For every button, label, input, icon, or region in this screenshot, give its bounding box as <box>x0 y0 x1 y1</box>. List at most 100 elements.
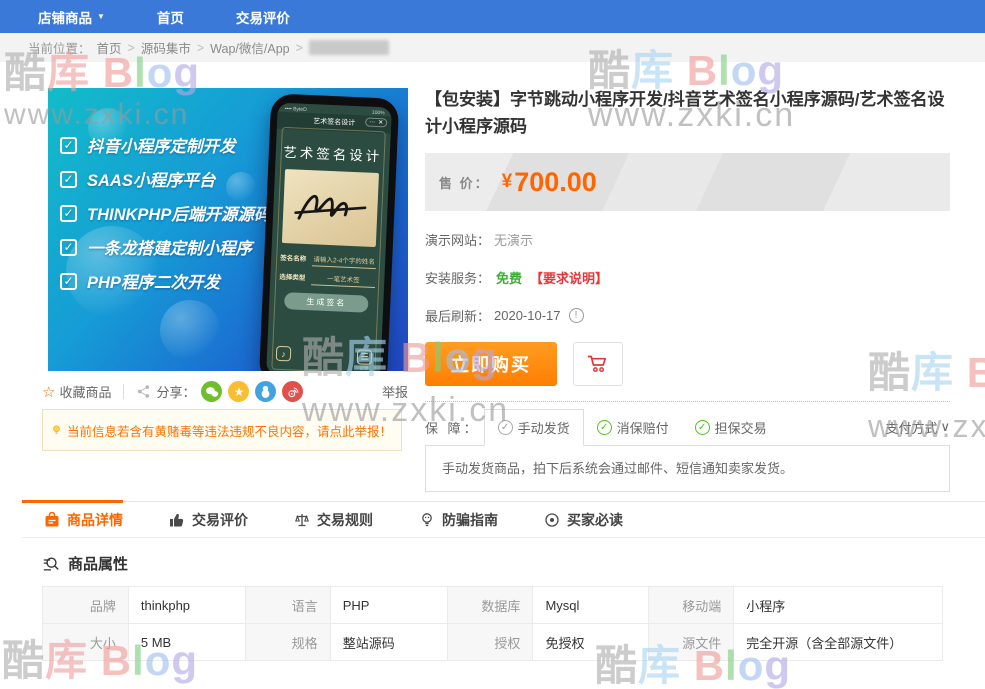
share-weibo-button[interactable] <box>282 381 303 402</box>
signature-form: 签名名称 请输入2-4个字的姓名 选择类型 一笔艺术签 <box>279 252 376 288</box>
form-row: 选择类型 一笔艺术签 <box>279 271 375 288</box>
breadcrumb-category[interactable]: Wap/微信/App <box>210 38 289 57</box>
nav-item-trade-reviews[interactable]: 交易评价 <box>236 7 290 27</box>
tab-label: 防骗指南 <box>442 510 498 530</box>
guarantee-tab-consumer-protection[interactable]: ✓ 消保赔付 <box>584 409 682 445</box>
tab-trade-reviews[interactable]: 交易评价 <box>147 500 248 537</box>
breadcrumb-label: 当前位置： <box>28 38 91 57</box>
favorite-button[interactable]: 收藏商品 <box>59 382 111 401</box>
attr-label-size: 大小 <box>43 624 129 661</box>
tab-anti-fraud-guide[interactable]: 防骗指南 <box>397 500 498 537</box>
breadcrumb-separator: > <box>128 41 135 55</box>
attr-value-database: Mysql <box>533 587 649 624</box>
share-icon <box>136 384 151 399</box>
share-qzone-button[interactable]: ★ <box>228 381 249 402</box>
guarantee-tab-label: 消保赔付 <box>617 418 669 437</box>
feature-text: 一条龙搭建定制小程序 <box>87 235 252 259</box>
breadcrumb-separator: > <box>197 41 204 55</box>
feature-checklist: ✓ 抖音小程序定制开发 ✓ SAAS小程序平台 ✓ THINKPHP后端开源源码… <box>60 132 270 302</box>
record-list-icon: ☰ <box>357 349 373 365</box>
field-value: 请输入2-4个字的姓名 <box>312 253 377 269</box>
music-note-icon: ♪ <box>276 346 292 362</box>
qzone-star-icon: ★ <box>234 385 245 399</box>
nav-item-label: 交易评价 <box>236 7 290 27</box>
breadcrumb: 当前位置： 首页 > 源码集市 > Wap/微信/App > <box>0 33 985 62</box>
payment-methods-toggle[interactable]: 支付方式 ∨ <box>885 409 950 445</box>
attr-label-database: 数据库 <box>447 587 533 624</box>
nav-item-label: 店铺商品 <box>38 7 92 27</box>
bag-icon <box>44 512 60 528</box>
share-label: 分享： <box>156 382 195 401</box>
nav-item-home[interactable]: 首页 <box>157 7 184 27</box>
dotted-separator <box>425 401 950 402</box>
check-circle-icon: ✓ <box>597 420 612 435</box>
tab-buyer-must-read[interactable]: 买家必读 <box>522 500 623 537</box>
favorite-share-row: ☆ 收藏商品 分享： ★ 举报 <box>42 380 408 403</box>
bubble-decoration <box>160 300 220 360</box>
scales-icon <box>294 512 310 528</box>
star-icon: ☆ <box>42 383 55 401</box>
feature-text: PHP程序二次开发 <box>87 269 220 293</box>
table-row: 大小 5 MB 规格 整站源码 授权 免授权 源文件 完全开源（含全部源文件） <box>43 624 943 661</box>
top-nav: 店铺商品 ▼ 首页 交易评价 <box>0 0 985 33</box>
tab-label: 交易规则 <box>317 510 373 530</box>
warning-report-link[interactable]: 当前信息若含有黄赌毒等违法违规不良内容，请点此举报！ <box>67 421 392 440</box>
tab-trade-rules[interactable]: 交易规则 <box>272 500 373 537</box>
attr-label-spec: 规格 <box>245 624 330 661</box>
divider <box>123 384 124 399</box>
bulb-icon <box>52 422 61 438</box>
signature-app-heading: 艺术签名设计 <box>275 141 390 166</box>
install-requirements-link[interactable]: 【要求说明】 <box>530 268 608 287</box>
breadcrumb-home[interactable]: 首页 <box>97 38 122 57</box>
guarantee-tab-manual-delivery[interactable]: ✓ 手动发货 <box>484 409 584 446</box>
checkbox-icon: ✓ <box>60 205 77 222</box>
close-icon: ✕ <box>378 119 383 126</box>
phone-screen: •••• ByteD 100% 艺术签名设计 ⋯ ✕ 艺术签名设计 <box>266 103 392 371</box>
chevron-down-icon: ∨ <box>940 419 950 435</box>
feature-item: ✓ 抖音小程序定制开发 <box>60 132 270 158</box>
attr-label-language: 语言 <box>245 587 330 624</box>
attr-value-size: 5 MB <box>128 624 245 661</box>
signature-stroke <box>287 175 374 241</box>
phone-bottom-icons: ♪ ☰ 记录 <box>275 346 372 371</box>
miniapp-title: 艺术签名设计 <box>313 118 355 127</box>
field-label: 签名名称 <box>280 252 306 263</box>
guarantee-tab-label: 手动发货 <box>518 418 570 437</box>
guarantee-tab-label: 担保交易 <box>715 418 767 437</box>
guarantee-label: 保 障： <box>425 409 480 445</box>
report-warning-box: 当前信息若含有黄赌毒等违法违规不良内容，请点此举报！ <box>42 409 402 451</box>
breadcrumb-market[interactable]: 源码集市 <box>141 38 191 57</box>
report-link[interactable]: 举报 <box>382 382 408 401</box>
demo-row: 演示网站： 无演示 <box>425 230 950 249</box>
phone-mockup: •••• ByteD 100% 艺术签名设计 ⋯ ✕ 艺术签名设计 <box>259 93 400 371</box>
refresh-date: 2020-10-17 <box>494 308 561 323</box>
generate-signature-button: 生成签名 <box>284 292 369 313</box>
record-label: 记录 <box>359 365 368 371</box>
buy-now-button[interactable]: 立即购买 <box>425 342 557 386</box>
share-wechat-button[interactable] <box>201 381 222 402</box>
install-label: 安装服务： <box>425 268 490 287</box>
attr-label-brand: 品牌 <box>43 587 129 624</box>
install-value: 免费 <box>496 268 522 287</box>
field-value: 一笔艺术签 <box>311 272 376 288</box>
checkbox-icon: ✓ <box>60 137 77 154</box>
add-to-cart-button[interactable] <box>573 342 623 386</box>
cart-icon <box>586 353 610 375</box>
attr-value-mobile: 小程序 <box>734 587 943 624</box>
breadcrumb-censored-block <box>309 40 389 55</box>
magnifier-list-icon <box>42 555 60 573</box>
attr-label-source-files: 源文件 <box>649 624 734 661</box>
watermark-char: 酷 <box>2 637 45 684</box>
record-entry: ☰ 记录 <box>356 349 372 371</box>
product-summary: 【包安装】字节跳动小程序开发/抖音艺术签名小程序源码/艺术签名设计小程序源码 售… <box>425 86 950 492</box>
tab-product-detail[interactable]: 商品详情 <box>22 500 123 537</box>
attr-value-license: 免授权 <box>533 624 649 661</box>
product-image[interactable]: ✓ 抖音小程序定制开发 ✓ SAAS小程序平台 ✓ THINKPHP后端开源源码… <box>48 88 408 371</box>
share-qq-button[interactable] <box>255 381 276 402</box>
attr-value-language: PHP <box>330 587 447 624</box>
attributes-heading-text: 商品属性 <box>68 553 128 574</box>
guarantee-tab-escrow[interactable]: ✓ 担保交易 <box>682 409 780 445</box>
nav-item-shop-goods[interactable]: 店铺商品 ▼ <box>38 7 105 27</box>
nav-item-label: 首页 <box>157 7 184 27</box>
info-icon[interactable]: ! <box>569 308 584 323</box>
